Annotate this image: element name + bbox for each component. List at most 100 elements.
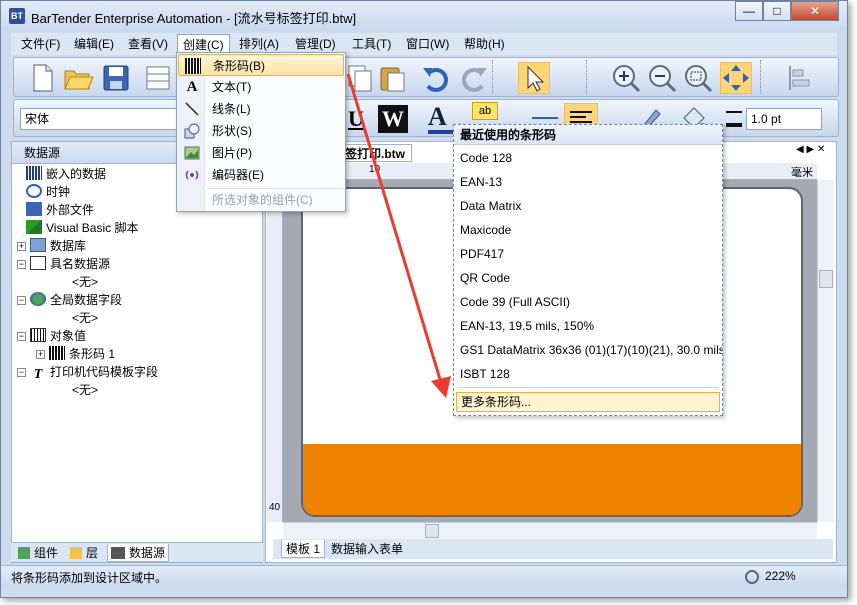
doc-nav-arrows[interactable]: ◀ ▶ ✕ [796,144,825,155]
tree-item-barcode-1[interactable]: + 条形码 1 [36,345,115,363]
toolbar-grip[interactable] [492,60,498,94]
collapse-icon[interactable]: − [17,296,26,305]
barcode-option[interactable]: Code 128 [460,148,512,168]
save-icon[interactable] [100,62,132,94]
menu-item-text[interactable]: A 文本(T) [178,76,344,98]
menu-item-picture[interactable]: 图片(P) [178,142,344,164]
collapse-icon[interactable]: − [17,260,26,269]
page-setup-icon[interactable] [142,62,174,94]
tree-item-vb-script[interactable]: Visual Basic 脚本 [26,219,138,237]
menu-tools[interactable]: 工具(T) [347,34,396,54]
highlight-button[interactable]: ab [472,102,498,120]
align-icon[interactable] [784,62,816,94]
menu-item-selected-components[interactable]: 所选对象的组件(C) [178,189,344,211]
expand-icon[interactable]: + [36,350,45,359]
bartender-app-icon: BT [9,8,25,24]
more-barcodes-button[interactable]: 更多条形码... [456,392,720,412]
horizontal-scrollbar[interactable] [283,522,817,539]
menu-item-label: 线条(L) [212,102,251,116]
collapse-icon[interactable]: − [17,332,26,341]
tab-layers[interactable]: 层 [67,544,101,562]
fit-page-icon[interactable] [720,62,752,94]
menu-window[interactable]: 窗口(W) [401,34,454,54]
menu-create[interactable]: 创建(C) [177,34,230,54]
tab-template-1[interactable]: 模板 1 [281,540,326,558]
tree-item-named-datasource[interactable]: − 具名数据源 [17,255,110,273]
tree-item-clock[interactable]: 时钟 [26,183,70,201]
barcode-option[interactable]: ISBT 128 [460,364,510,384]
redo-icon[interactable] [458,62,490,94]
tree-item-printer-template-fields[interactable]: − T 打印机代码模板字段 [17,363,159,382]
menu-separator [458,387,718,388]
globe-icon [30,292,46,306]
maximize-button[interactable]: □ [763,1,791,21]
vb-script-icon [26,220,42,234]
tree-item-embedded-data[interactable]: 嵌入的数据 [26,165,106,183]
minimize-button[interactable]: — [735,1,763,21]
barcode-option[interactable]: PDF417 [460,244,504,264]
vertical-scrollbar[interactable] [817,180,834,522]
panel-tabs: 组件 层 数据源 [11,542,263,562]
font-color-button[interactable]: A [428,104,454,134]
barcode-option[interactable]: EAN-13, 19.5 mils, 150% [460,316,594,336]
barcode-option[interactable]: Code 39 (Full ASCII) [460,292,570,312]
new-document-icon[interactable] [26,62,58,94]
line-style-icon[interactable] [532,117,558,119]
zoom-fit-icon[interactable] [682,62,714,94]
template-field-icon: T [33,367,43,382]
open-folder-icon[interactable] [62,62,94,94]
close-button[interactable]: ✕ [791,1,839,21]
expand-icon[interactable]: + [17,242,26,251]
embedded-data-icon [26,166,42,180]
font-name-box[interactable]: 宋体 [20,108,180,130]
menu-view[interactable]: 查看(V) [123,34,173,54]
menu-bar: 文件(F) 编辑(E) 查看(V) 创建(C) 排列(A) 管理(D) 工具(T… [11,33,837,55]
menu-file[interactable]: 文件(F) [16,34,65,54]
barcode-option[interactable]: Data Matrix [460,196,521,216]
paste-icon[interactable] [376,62,408,94]
scroll-thumb[interactable] [425,524,439,538]
barcode-option[interactable]: QR Code [460,268,510,288]
select-pointer-icon[interactable] [518,62,550,94]
line-width-box[interactable]: 1.0 pt [746,108,822,130]
tab-label: 层 [86,546,99,560]
scroll-thumb[interactable] [819,270,833,288]
menu-item-barcode[interactable]: 条形码(B) [178,54,344,76]
tab-label: 数据源 [129,546,166,560]
wide-font-button[interactable]: W [378,105,408,133]
tree-item-database[interactable]: + 数据库 [17,237,86,255]
zoom-out-icon[interactable] [646,62,678,94]
tab-data-source[interactable]: 数据源 [107,544,170,562]
barcode-option[interactable]: GS1 DataMatrix 36x36 (01)(17)(10)(21), 3… [460,340,722,360]
picture-icon [184,146,200,160]
undo-icon[interactable] [420,62,452,94]
underline-button[interactable]: U [348,106,368,132]
menu-item-label: 编码器(E) [212,168,264,182]
tree-label: 打印机代码模板字段 [50,365,159,379]
tab-components[interactable]: 组件 [15,544,61,562]
tree-item-global-fields[interactable]: − 全局数据字段 [17,291,122,309]
zoom-in-icon[interactable] [610,62,642,94]
zoom-icon[interactable] [745,570,759,584]
toolbar-grip[interactable] [760,60,766,94]
menu-item-line[interactable]: 线条(L) [178,98,344,120]
tree-label: 嵌入的数据 [46,167,107,181]
tab-data-entry-form[interactable]: 数据输入表单 [327,540,407,558]
menu-manage[interactable]: 管理(D) [290,34,341,54]
zoom-level[interactable]: 222% [765,569,796,583]
barcode-option[interactable]: EAN-13 [460,172,502,192]
menu-edit[interactable]: 编辑(E) [69,34,119,54]
document-tab[interactable]: 签打印.btw [338,144,412,162]
toolbar-grip[interactable] [586,60,592,94]
menu-item-encoder[interactable]: 编码器(E) [178,164,344,186]
collapse-icon[interactable]: − [17,368,26,377]
tree-item-object-values[interactable]: − 对象值 [17,327,86,345]
menu-help[interactable]: 帮助(H) [459,34,510,54]
menu-arrange[interactable]: 排列(A) [234,34,284,54]
menu-item-label: 形状(S) [212,124,252,138]
tree-item-external-file[interactable]: 外部文件 [26,201,94,219]
barcode-option[interactable]: Maxicode [460,220,511,240]
copy-icon[interactable] [344,62,376,94]
clock-icon [26,184,42,198]
menu-item-shape[interactable]: 形状(S) [178,120,344,142]
